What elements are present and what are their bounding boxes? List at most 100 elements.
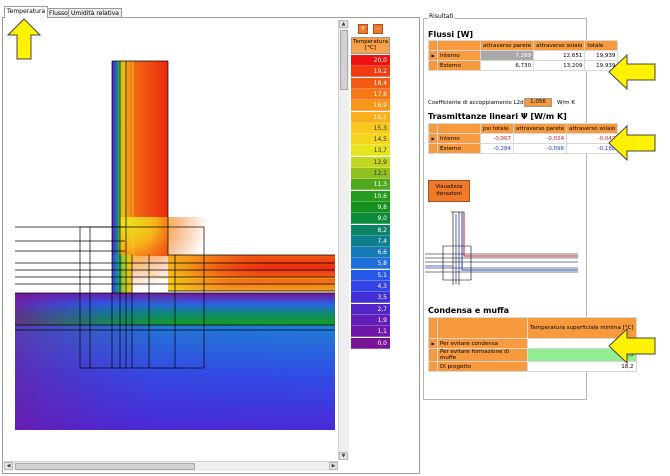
horizontal-scrollbar[interactable]: ◀ ▶ <box>4 461 338 471</box>
arrow-left-icon <box>608 328 656 364</box>
scroll-down-icon[interactable]: ▼ <box>339 452 348 460</box>
legend-entry: 19,2 <box>351 66 390 78</box>
table-header-row: Temperatura superficiale minima [°C] <box>428 317 637 339</box>
corner-cell <box>437 317 528 339</box>
legend-entry: 3,5 <box>351 292 390 304</box>
table-row[interactable]: Di progetto 18,2 <box>428 361 637 372</box>
legend-entry: 18,4 <box>351 77 390 89</box>
thermal-map[interactable] <box>15 22 335 430</box>
arrow-left-icon <box>608 125 656 161</box>
table-row[interactable]: ▶ Per evitare condensa 12,1 <box>428 338 637 349</box>
legend-entry: 11,3 <box>351 179 390 191</box>
arrow-up-icon <box>7 18 41 60</box>
row-selector[interactable] <box>428 348 438 362</box>
table-cell[interactable]: 13,209 <box>533 60 586 71</box>
table-row[interactable]: ▶ Interno 7,289 12,651 19,939 <box>428 50 619 61</box>
row-selector[interactable] <box>428 143 438 154</box>
table-header-row: psi totale attraverso parete attraverso … <box>428 123 619 134</box>
legend-entry: 13,7 <box>351 145 390 157</box>
legend-entry: 2,7 <box>351 303 390 315</box>
legend-entry: 16,9 <box>351 100 390 112</box>
condensa-title: Condensa e muffa <box>428 306 509 315</box>
corner-cell <box>428 123 438 134</box>
legend-entry: 4,3 <box>351 281 390 292</box>
row-label: Per evitare condensa <box>437 338 528 349</box>
table-cell[interactable]: 12,651 <box>533 50 586 61</box>
row-label: Per evitare formazione di muffe <box>437 348 528 362</box>
table-row[interactable]: Per evitare formazione di muffe 15,5 <box>428 348 637 362</box>
arrow-left-icon <box>608 54 656 90</box>
table-cell[interactable]: -0,096 <box>512 143 568 154</box>
column-header: totale <box>584 40 619 51</box>
table-cell[interactable]: 7,289 <box>479 50 535 61</box>
scroll-up-icon[interactable]: ▲ <box>339 20 348 28</box>
legend-entry: 1,9 <box>351 314 390 326</box>
row-selector-icon[interactable]: ▶ <box>428 50 438 61</box>
tab-bar: Temperatura Flusso Umidità relativa <box>2 6 417 18</box>
row-selector-icon[interactable]: ▶ <box>428 133 438 144</box>
table-cell[interactable]: -0,067 <box>480 133 514 144</box>
legend-entry: 14,5 <box>351 134 390 146</box>
column-header: attraverso parete <box>512 123 568 134</box>
section-diagram <box>425 211 578 285</box>
corner-cell <box>437 123 481 134</box>
row-label: Di progetto <box>437 361 528 372</box>
junction-region <box>112 255 132 293</box>
legend-plus-button[interactable]: + <box>358 24 368 34</box>
corner-cell <box>428 40 438 51</box>
table-row[interactable]: Esterno -0,284 -0,096 -0,188 <box>428 143 619 154</box>
trasmittanze-title: Trasmittanze lineari Ψ [W/m K] <box>428 112 567 121</box>
tab-temperatura[interactable]: Temperatura <box>4 6 49 18</box>
table-cell[interactable]: -0,024 <box>512 133 568 144</box>
legend-entry: 10,6 <box>351 190 390 202</box>
corner-cell <box>428 317 438 339</box>
legend-entry: 20,0 <box>351 55 390 66</box>
corner-cell <box>437 40 481 51</box>
flussi-table: attraverso parete attraverso solaio tota… <box>428 40 619 71</box>
horizontal-scroll-thumb[interactable] <box>15 463 195 470</box>
table-cell[interactable]: 6,730 <box>479 60 535 71</box>
row-label: Interno <box>437 133 481 144</box>
legend-entry: 7,4 <box>351 235 390 247</box>
scroll-right-icon[interactable]: ▶ <box>329 462 338 470</box>
column-header: attraverso solaio <box>533 40 586 51</box>
row-label: Esterno <box>437 143 481 154</box>
minus-icon: - <box>376 25 380 32</box>
row-selector[interactable] <box>428 361 438 372</box>
trasmittanze-table: psi totale attraverso parete attraverso … <box>428 123 619 154</box>
legend-entry: 1,1 <box>351 326 390 338</box>
legend-entry: 12,1 <box>351 168 390 179</box>
column-header: attraverso parete <box>479 40 535 51</box>
legend-minus-button[interactable]: - <box>373 24 383 34</box>
table-cell[interactable]: -0,284 <box>480 143 514 154</box>
coupling-unit: W/m K <box>557 100 576 106</box>
column-header: psi totale <box>480 123 514 134</box>
plus-icon: + <box>360 25 366 32</box>
vertical-scroll-thumb[interactable] <box>340 30 348 90</box>
row-label: Esterno <box>437 60 481 71</box>
legend-entry: 6,6 <box>351 247 390 259</box>
visualizza-iterazioni-button[interactable]: Visualizza iterazioni <box>428 180 470 202</box>
legend-entry: 9,0 <box>351 213 390 225</box>
legend-entry: 5,8 <box>351 258 390 270</box>
legend-entry: 15,3 <box>351 122 390 134</box>
row-selector-icon[interactable]: ▶ <box>428 338 438 349</box>
tab-label: Umidità relativa <box>71 10 119 17</box>
table-header-row: attraverso parete attraverso solaio tota… <box>428 40 619 51</box>
scroll-left-icon[interactable]: ◀ <box>4 462 13 470</box>
legend-entry: 8,2 <box>351 224 390 236</box>
legend-entry: 12,9 <box>351 156 390 168</box>
coupling-label: Coefficiente di accoppiamento L2d <box>428 100 524 106</box>
row-selector[interactable] <box>428 60 438 71</box>
coupling-value[interactable]: 1,056 <box>524 98 552 107</box>
table-row[interactable]: Esterno 6,730 13,209 19,939 <box>428 60 619 71</box>
condensa-table: Temperatura superficiale minima [°C] ▶ P… <box>428 317 637 372</box>
legend-entry: 16,1 <box>351 111 390 123</box>
table-row[interactable]: ▶ Interno -0,067 -0,024 -0,042 <box>428 133 619 144</box>
vertical-scrollbar[interactable]: ▲ ▼ <box>338 20 349 460</box>
tab-label: Flusso <box>49 10 68 17</box>
legend-entry: 0,0 <box>351 337 390 349</box>
legend-entry: 9,8 <box>351 201 390 213</box>
row-label: Interno <box>437 50 481 61</box>
legend-entry: 17,6 <box>351 88 390 100</box>
